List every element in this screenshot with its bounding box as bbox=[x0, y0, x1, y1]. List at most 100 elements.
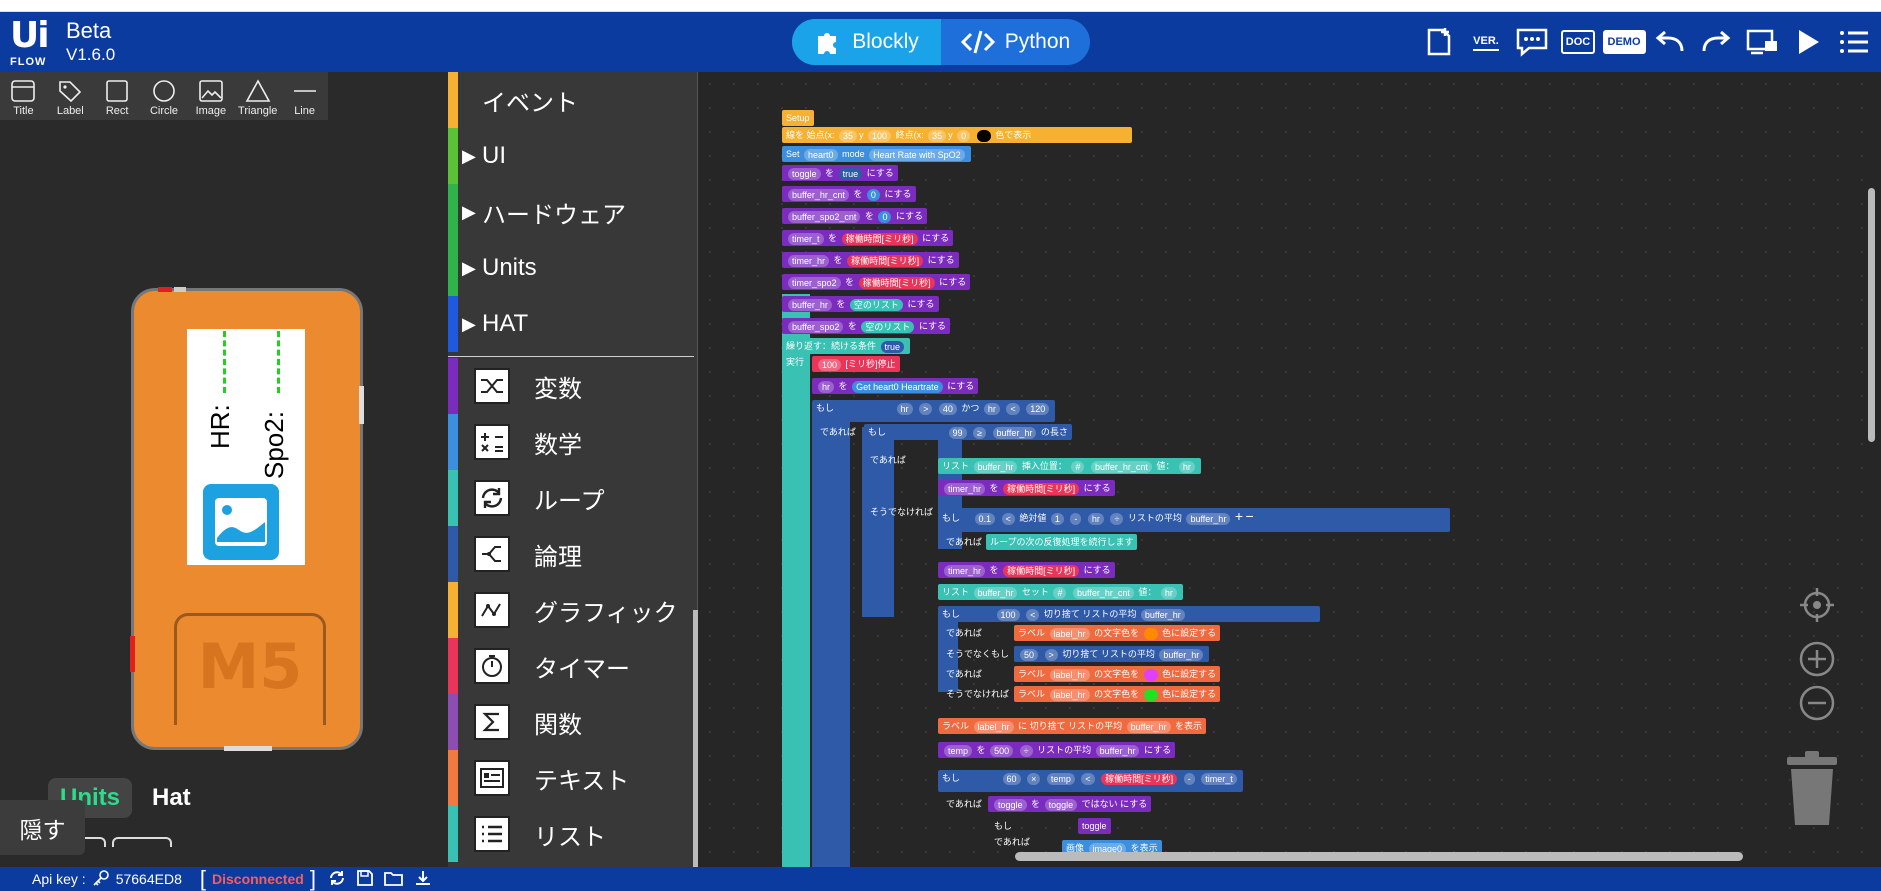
shapes-toolbar: Title Label Rect Circle Image Triangle L… bbox=[0, 72, 328, 120]
doc-button[interactable]: DOC bbox=[1559, 23, 1597, 61]
run-icon[interactable] bbox=[1789, 23, 1827, 61]
toggle-not-block[interactable]: toggle を toggle ではない にする bbox=[988, 796, 1152, 812]
category-hardware[interactable]: ▶ ハードウェア bbox=[448, 184, 697, 240]
hr-label[interactable]: HR: bbox=[205, 404, 236, 449]
shape-line[interactable]: Line bbox=[281, 72, 328, 120]
label-color-if-block[interactable]: もし 100 < 切り捨て リストの平均 buffer_hr bbox=[938, 606, 1320, 622]
shape-image[interactable]: Image bbox=[187, 72, 234, 120]
set-var-block[interactable]: buffer_spo2 を 空のリスト にする bbox=[782, 318, 951, 334]
category-event[interactable]: イベント bbox=[448, 72, 697, 128]
set-var-block[interactable]: toggle を true にする bbox=[782, 165, 898, 181]
category-ui[interactable]: ▶ UI bbox=[448, 128, 697, 184]
set-var-block[interactable]: timer_spo2 を 稼働時間[ミリ秒] にする bbox=[782, 274, 971, 290]
set-hr-block[interactable]: hr を Get heart0 Heartrate にする bbox=[812, 378, 979, 394]
unit-chip[interactable] bbox=[112, 837, 172, 847]
chat-icon[interactable] bbox=[1513, 23, 1551, 61]
category-math[interactable]: 数学 bbox=[448, 414, 697, 470]
version-button[interactable]: VER. bbox=[1467, 23, 1505, 61]
mode-switcher: Blockly Python bbox=[792, 19, 1090, 65]
color-swatch[interactable] bbox=[1143, 668, 1158, 681]
shape-label[interactable]: Label bbox=[47, 72, 94, 120]
set-var-block[interactable]: buffer_hr_cnt を 0 にする bbox=[782, 186, 916, 202]
image-icon bbox=[199, 80, 223, 102]
elseif-cond[interactable]: 50 > 切り捨て リストの平均 buffer_hr bbox=[1014, 646, 1210, 662]
spo2-line[interactable] bbox=[277, 331, 280, 393]
shape-triangle[interactable]: Triangle bbox=[234, 72, 281, 120]
device-screen[interactable]: HR: Spo2: bbox=[187, 329, 305, 565]
puzzle-icon bbox=[814, 28, 842, 56]
set-var-block[interactable]: timer_t を 稼働時間[ミリ秒] にする bbox=[782, 230, 954, 246]
category-timer[interactable]: タイマー bbox=[448, 638, 697, 694]
category-hat[interactable]: ▶ HAT bbox=[448, 296, 697, 352]
category-variables[interactable]: 変数 bbox=[448, 358, 697, 414]
color-swatch[interactable] bbox=[1143, 627, 1158, 640]
setup-block[interactable]: Setup bbox=[782, 110, 814, 126]
color-swatch[interactable] bbox=[976, 129, 991, 142]
set-temp-block[interactable]: temp を 500 ÷ リストの平均 buffer_hr にする bbox=[938, 742, 1176, 758]
list-set-block[interactable]: リスト buffer_hr セット # buffer_hr_cnt 値： hr bbox=[938, 584, 1183, 600]
else-if-block[interactable]: もし 0.1 < 絶対値 1 - hr ÷ リストの平均 buffer_hr +… bbox=[938, 508, 1450, 532]
status-icons bbox=[328, 869, 432, 890]
label-color-block[interactable]: ラベル label_hr の文字色を 色に設定する bbox=[1014, 666, 1221, 682]
menu-icon[interactable] bbox=[1835, 23, 1873, 61]
python-mode-button[interactable]: Python bbox=[941, 19, 1090, 65]
open-folder-icon[interactable] bbox=[384, 869, 404, 890]
shape-circle[interactable]: Circle bbox=[141, 72, 188, 120]
tab-hat[interactable]: Hat bbox=[140, 778, 203, 818]
continue-block[interactable]: ループの次の反復処理を続行します bbox=[986, 534, 1138, 550]
zoom-in-icon[interactable] bbox=[1798, 640, 1836, 678]
category-loop[interactable]: ループ bbox=[448, 470, 697, 526]
image0-widget[interactable] bbox=[203, 484, 279, 560]
demo-button[interactable]: DEMO bbox=[1602, 23, 1646, 61]
recenter-icon[interactable] bbox=[1798, 586, 1836, 624]
api-key-value[interactable]: 57664ED8 bbox=[116, 871, 182, 887]
label-color-block[interactable]: ラベル label_hr の文字色を 色に設定する bbox=[1014, 625, 1221, 641]
shape-title[interactable]: Title bbox=[0, 72, 47, 120]
loop-icon bbox=[474, 480, 510, 516]
repeat-while-block[interactable]: 繰り返す：続ける条件 true bbox=[782, 338, 911, 354]
set-var-block[interactable]: timer_hr を 稼働時間[ミリ秒] にする bbox=[782, 252, 959, 268]
label-show-block[interactable]: ラベル label_hr に 切り捨て リストの平均 buffer_hr を表示 bbox=[938, 718, 1207, 734]
add-icon[interactable]: + bbox=[1235, 508, 1243, 524]
trash-icon[interactable] bbox=[1784, 750, 1840, 828]
category-units[interactable]: ▶ Units bbox=[448, 240, 697, 296]
if-block[interactable]: もし hr > 40 かつ hr < 120 bbox=[812, 400, 1056, 422]
download-icon[interactable] bbox=[414, 869, 432, 890]
set-timer-block[interactable]: timer_hr を 稼働時間[ミリ秒] にする bbox=[938, 480, 1115, 496]
spo2-label[interactable]: Spo2: bbox=[259, 411, 290, 479]
toggle-cond[interactable]: toggle bbox=[1078, 818, 1111, 834]
set-timer-block[interactable]: timer_hr を 稼働時間[ミリ秒] にする bbox=[938, 562, 1115, 578]
new-file-icon[interactable] bbox=[1421, 23, 1459, 61]
save-icon[interactable] bbox=[356, 869, 374, 890]
set-var-block[interactable]: buffer_spo2_cnt を 0 にする bbox=[782, 208, 928, 224]
wait-block[interactable]: 100 [ミリ秒]停止 bbox=[812, 356, 900, 372]
category-functions[interactable]: 関数 bbox=[448, 694, 697, 750]
nested-if-block[interactable]: もし 99 ≥ buffer_hr の長さ bbox=[864, 424, 1072, 440]
blockly-mode-button[interactable]: Blockly bbox=[792, 19, 941, 65]
shape-rect[interactable]: Rect bbox=[94, 72, 141, 120]
refresh-icon[interactable] bbox=[328, 869, 346, 890]
remove-icon[interactable]: − bbox=[1246, 508, 1254, 524]
graph-icon bbox=[474, 592, 510, 628]
then-label: であれば bbox=[946, 799, 982, 809]
category-text[interactable]: テキスト bbox=[448, 750, 697, 806]
timer-if-block[interactable]: もし 60 × temp < 稼働時間[ミリ秒] - timer_t bbox=[938, 770, 1243, 792]
undo-icon[interactable] bbox=[1651, 23, 1689, 61]
redo-icon[interactable] bbox=[1697, 23, 1735, 61]
blockly-workspace[interactable]: Setup 線を 始点(x: 35 y 100 終点(x: 35 y 0 色で表示 … bbox=[698, 72, 1881, 867]
workspace-vertical-scrollbar[interactable] bbox=[1868, 188, 1875, 442]
category-graphic[interactable]: グラフィック bbox=[448, 582, 697, 638]
hr-line[interactable] bbox=[223, 331, 226, 393]
list-insert-block[interactable]: リスト buffer_hr 挿入位置： # buffer_hr_cnt 値： h… bbox=[938, 458, 1201, 474]
category-logic[interactable]: 論理 bbox=[448, 526, 697, 582]
device-settings-icon[interactable] bbox=[1743, 23, 1781, 61]
color-swatch[interactable] bbox=[1143, 688, 1158, 701]
set-var-block[interactable]: buffer_hr を 空のリスト にする bbox=[782, 296, 939, 312]
set-heart-block[interactable]: Set heart0 mode Heart Rate with SpO2 bbox=[782, 146, 971, 162]
draw-line-block[interactable]: 線を 始点(x: 35 y 100 終点(x: 35 y 0 色で表示 bbox=[782, 127, 1132, 143]
workspace-horizontal-scrollbar[interactable] bbox=[1015, 852, 1743, 861]
zoom-out-icon[interactable] bbox=[1798, 684, 1836, 722]
hide-button[interactable]: 隠す bbox=[0, 800, 85, 855]
label-color-block[interactable]: ラベル label_hr の文字色を 色に設定する bbox=[1014, 686, 1221, 702]
category-list[interactable]: リスト bbox=[448, 806, 697, 862]
